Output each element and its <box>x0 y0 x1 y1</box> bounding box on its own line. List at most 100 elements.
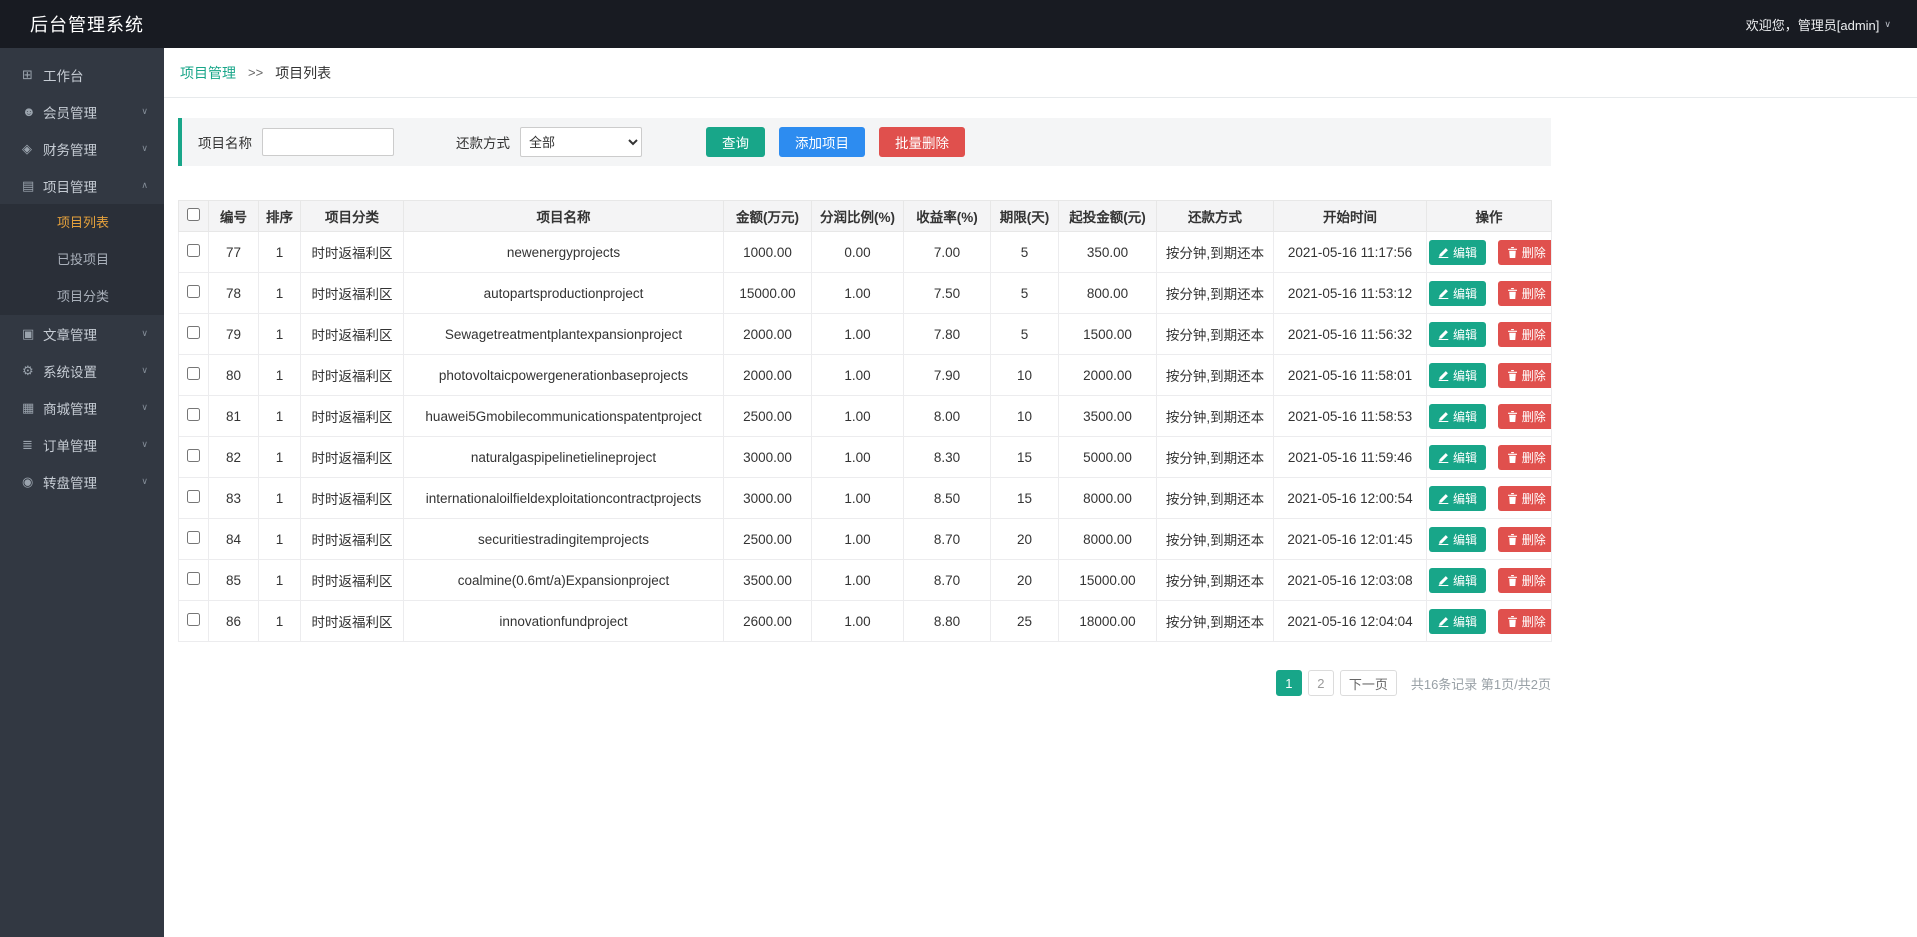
delete-button[interactable]: 删除 <box>1497 362 1551 388</box>
repay-method-select[interactable]: 全部 <box>520 127 642 157</box>
cell-term-days: 5 <box>990 313 1059 355</box>
cell-yield-rate: 8.50 <box>903 477 991 519</box>
table-row: 80 1 时时返福利区 photovoltaicpowergenerationb… <box>178 354 1552 396</box>
delete-button[interactable]: 删除 <box>1497 403 1551 429</box>
sidebar-item-label: 系统设置 <box>43 364 97 380</box>
cell-term-days: 10 <box>990 354 1059 396</box>
cell-yield-rate: 7.80 <box>903 313 991 355</box>
cell-id: 82 <box>208 436 259 478</box>
cell-yield-rate: 8.00 <box>903 395 991 437</box>
row-checkbox[interactable] <box>187 449 200 462</box>
cell-term-days: 5 <box>990 272 1059 314</box>
row-checkbox[interactable] <box>187 613 200 626</box>
cell-actions: 编辑 删除 <box>1426 518 1552 560</box>
trash-icon <box>1507 615 1517 627</box>
cell-min-invest: 1500.00 <box>1058 313 1157 355</box>
row-checkbox-cell <box>178 559 209 601</box>
sidebar-item-articles[interactable]: ▣ 文章管理 ∨ <box>0 315 164 352</box>
trash-icon <box>1507 328 1517 340</box>
edit-button[interactable]: 编辑 <box>1429 485 1487 511</box>
sidebar-item-label: 项目管理 <box>43 179 97 195</box>
cell-amount: 2000.00 <box>723 354 812 396</box>
sidebar-item-projects[interactable]: ▤ 项目管理 ∧ <box>0 167 164 204</box>
delete-button[interactable]: 删除 <box>1497 444 1551 470</box>
row-checkbox[interactable] <box>187 408 200 421</box>
sidebar-item-workbench[interactable]: ⊞ 工作台 <box>0 56 164 93</box>
header-term-days: 期限(天) <box>990 200 1059 232</box>
cell-start-time: 2021-05-16 11:56:32 <box>1273 313 1427 355</box>
cell-repay-method: 按分钟,到期还本 <box>1156 354 1274 396</box>
row-checkbox[interactable] <box>187 531 200 544</box>
row-checkbox-cell <box>178 436 209 478</box>
cell-share-ratio: 1.00 <box>811 395 904 437</box>
cell-project-name: huawei5Gmobilecommunicationspatentprojec… <box>403 395 724 437</box>
delete-button[interactable]: 删除 <box>1497 485 1551 511</box>
page-button-2[interactable]: 2 <box>1307 670 1334 696</box>
cell-amount: 1000.00 <box>723 231 812 273</box>
delete-button[interactable]: 删除 <box>1497 239 1551 265</box>
delete-button[interactable]: 删除 <box>1497 526 1551 552</box>
breadcrumb-parent-link[interactable]: 项目管理 <box>180 63 236 83</box>
user-menu[interactable]: 欢迎您，管理员[admin] ∨ <box>1746 15 1891 34</box>
header-share-ratio: 分润比例(%) <box>811 200 904 232</box>
edit-button[interactable]: 编辑 <box>1429 526 1487 552</box>
row-checkbox[interactable] <box>187 490 200 503</box>
cell-project-name: internationaloilfieldexploitationcontrac… <box>403 477 724 519</box>
cell-id: 86 <box>208 600 259 642</box>
sidebar-subitem-project-list[interactable]: 项目列表 <box>0 204 164 241</box>
row-checkbox[interactable] <box>187 572 200 585</box>
edit-button[interactable]: 编辑 <box>1429 239 1487 265</box>
header-min-invest: 起投金额(元) <box>1058 200 1157 232</box>
topbar: 后台管理系统 欢迎您，管理员[admin] ∨ <box>0 0 1917 48</box>
delete-button[interactable]: 删除 <box>1497 608 1551 634</box>
sidebar-item-members[interactable]: ☻ 会员管理 ∨ <box>0 93 164 130</box>
row-checkbox[interactable] <box>187 285 200 298</box>
row-checkbox[interactable] <box>187 326 200 339</box>
search-button[interactable]: 查询 <box>706 127 765 157</box>
header-name: 项目名称 <box>403 200 724 232</box>
cell-category: 时时返福利区 <box>300 231 404 273</box>
sidebar-item-orders[interactable]: ≣ 订单管理 ∨ <box>0 426 164 463</box>
select-all-checkbox[interactable] <box>187 208 200 221</box>
header-actions: 操作 <box>1426 200 1552 232</box>
sidebar-subitem-project-categories[interactable]: 项目分类 <box>0 278 164 315</box>
main-content: 项目管理 >> 项目列表 项目名称 还款方式 全部 查询 添加项目 批量删除 编… <box>164 48 1917 937</box>
sidebar-subitem-invested-projects[interactable]: 已投项目 <box>0 241 164 278</box>
sidebar-item-mall[interactable]: ▦ 商城管理 ∨ <box>0 389 164 426</box>
row-checkbox[interactable] <box>187 244 200 257</box>
cell-project-name: autopartsproductionproject <box>403 272 724 314</box>
delete-button[interactable]: 删除 <box>1497 321 1551 347</box>
cell-share-ratio: 0.00 <box>811 231 904 273</box>
row-checkbox[interactable] <box>187 367 200 380</box>
trash-icon <box>1507 369 1517 381</box>
edit-button[interactable]: 编辑 <box>1429 608 1487 634</box>
chevron-down-icon: ∨ <box>141 402 148 412</box>
edit-button[interactable]: 编辑 <box>1429 321 1487 347</box>
project-name-input[interactable] <box>262 128 394 156</box>
cell-min-invest: 350.00 <box>1058 231 1157 273</box>
sidebar-item-finance[interactable]: ◈ 财务管理 ∨ <box>0 130 164 167</box>
cell-min-invest: 3500.00 <box>1058 395 1157 437</box>
edit-button[interactable]: 编辑 <box>1429 362 1487 388</box>
bulk-delete-button[interactable]: 批量删除 <box>879 127 965 157</box>
edit-button[interactable]: 编辑 <box>1429 403 1487 429</box>
sidebar-item-settings[interactable]: ⚙ 系统设置 ∨ <box>0 352 164 389</box>
sidebar-item-label: 会员管理 <box>43 105 97 121</box>
repay-method-label: 还款方式 <box>456 136 510 151</box>
edit-button[interactable]: 编辑 <box>1429 280 1487 306</box>
edit-button[interactable]: 编辑 <box>1429 444 1487 470</box>
cell-sort: 1 <box>258 477 301 519</box>
chevron-down-icon: ∨ <box>141 439 148 449</box>
sidebar-item-wheel[interactable]: ◉ 转盘管理 ∨ <box>0 463 164 500</box>
page-button-1[interactable]: 1 <box>1275 670 1302 696</box>
add-project-button[interactable]: 添加项目 <box>779 127 865 157</box>
delete-button[interactable]: 删除 <box>1497 567 1551 593</box>
cell-start-time: 2021-05-16 11:53:12 <box>1273 272 1427 314</box>
edit-button[interactable]: 编辑 <box>1429 567 1487 593</box>
next-page-button[interactable]: 下一页 <box>1339 670 1397 696</box>
cell-yield-rate: 8.80 <box>903 600 991 642</box>
delete-button[interactable]: 删除 <box>1497 280 1551 306</box>
cell-start-time: 2021-05-16 12:03:08 <box>1273 559 1427 601</box>
cell-category: 时时返福利区 <box>300 272 404 314</box>
cell-category: 时时返福利区 <box>300 395 404 437</box>
